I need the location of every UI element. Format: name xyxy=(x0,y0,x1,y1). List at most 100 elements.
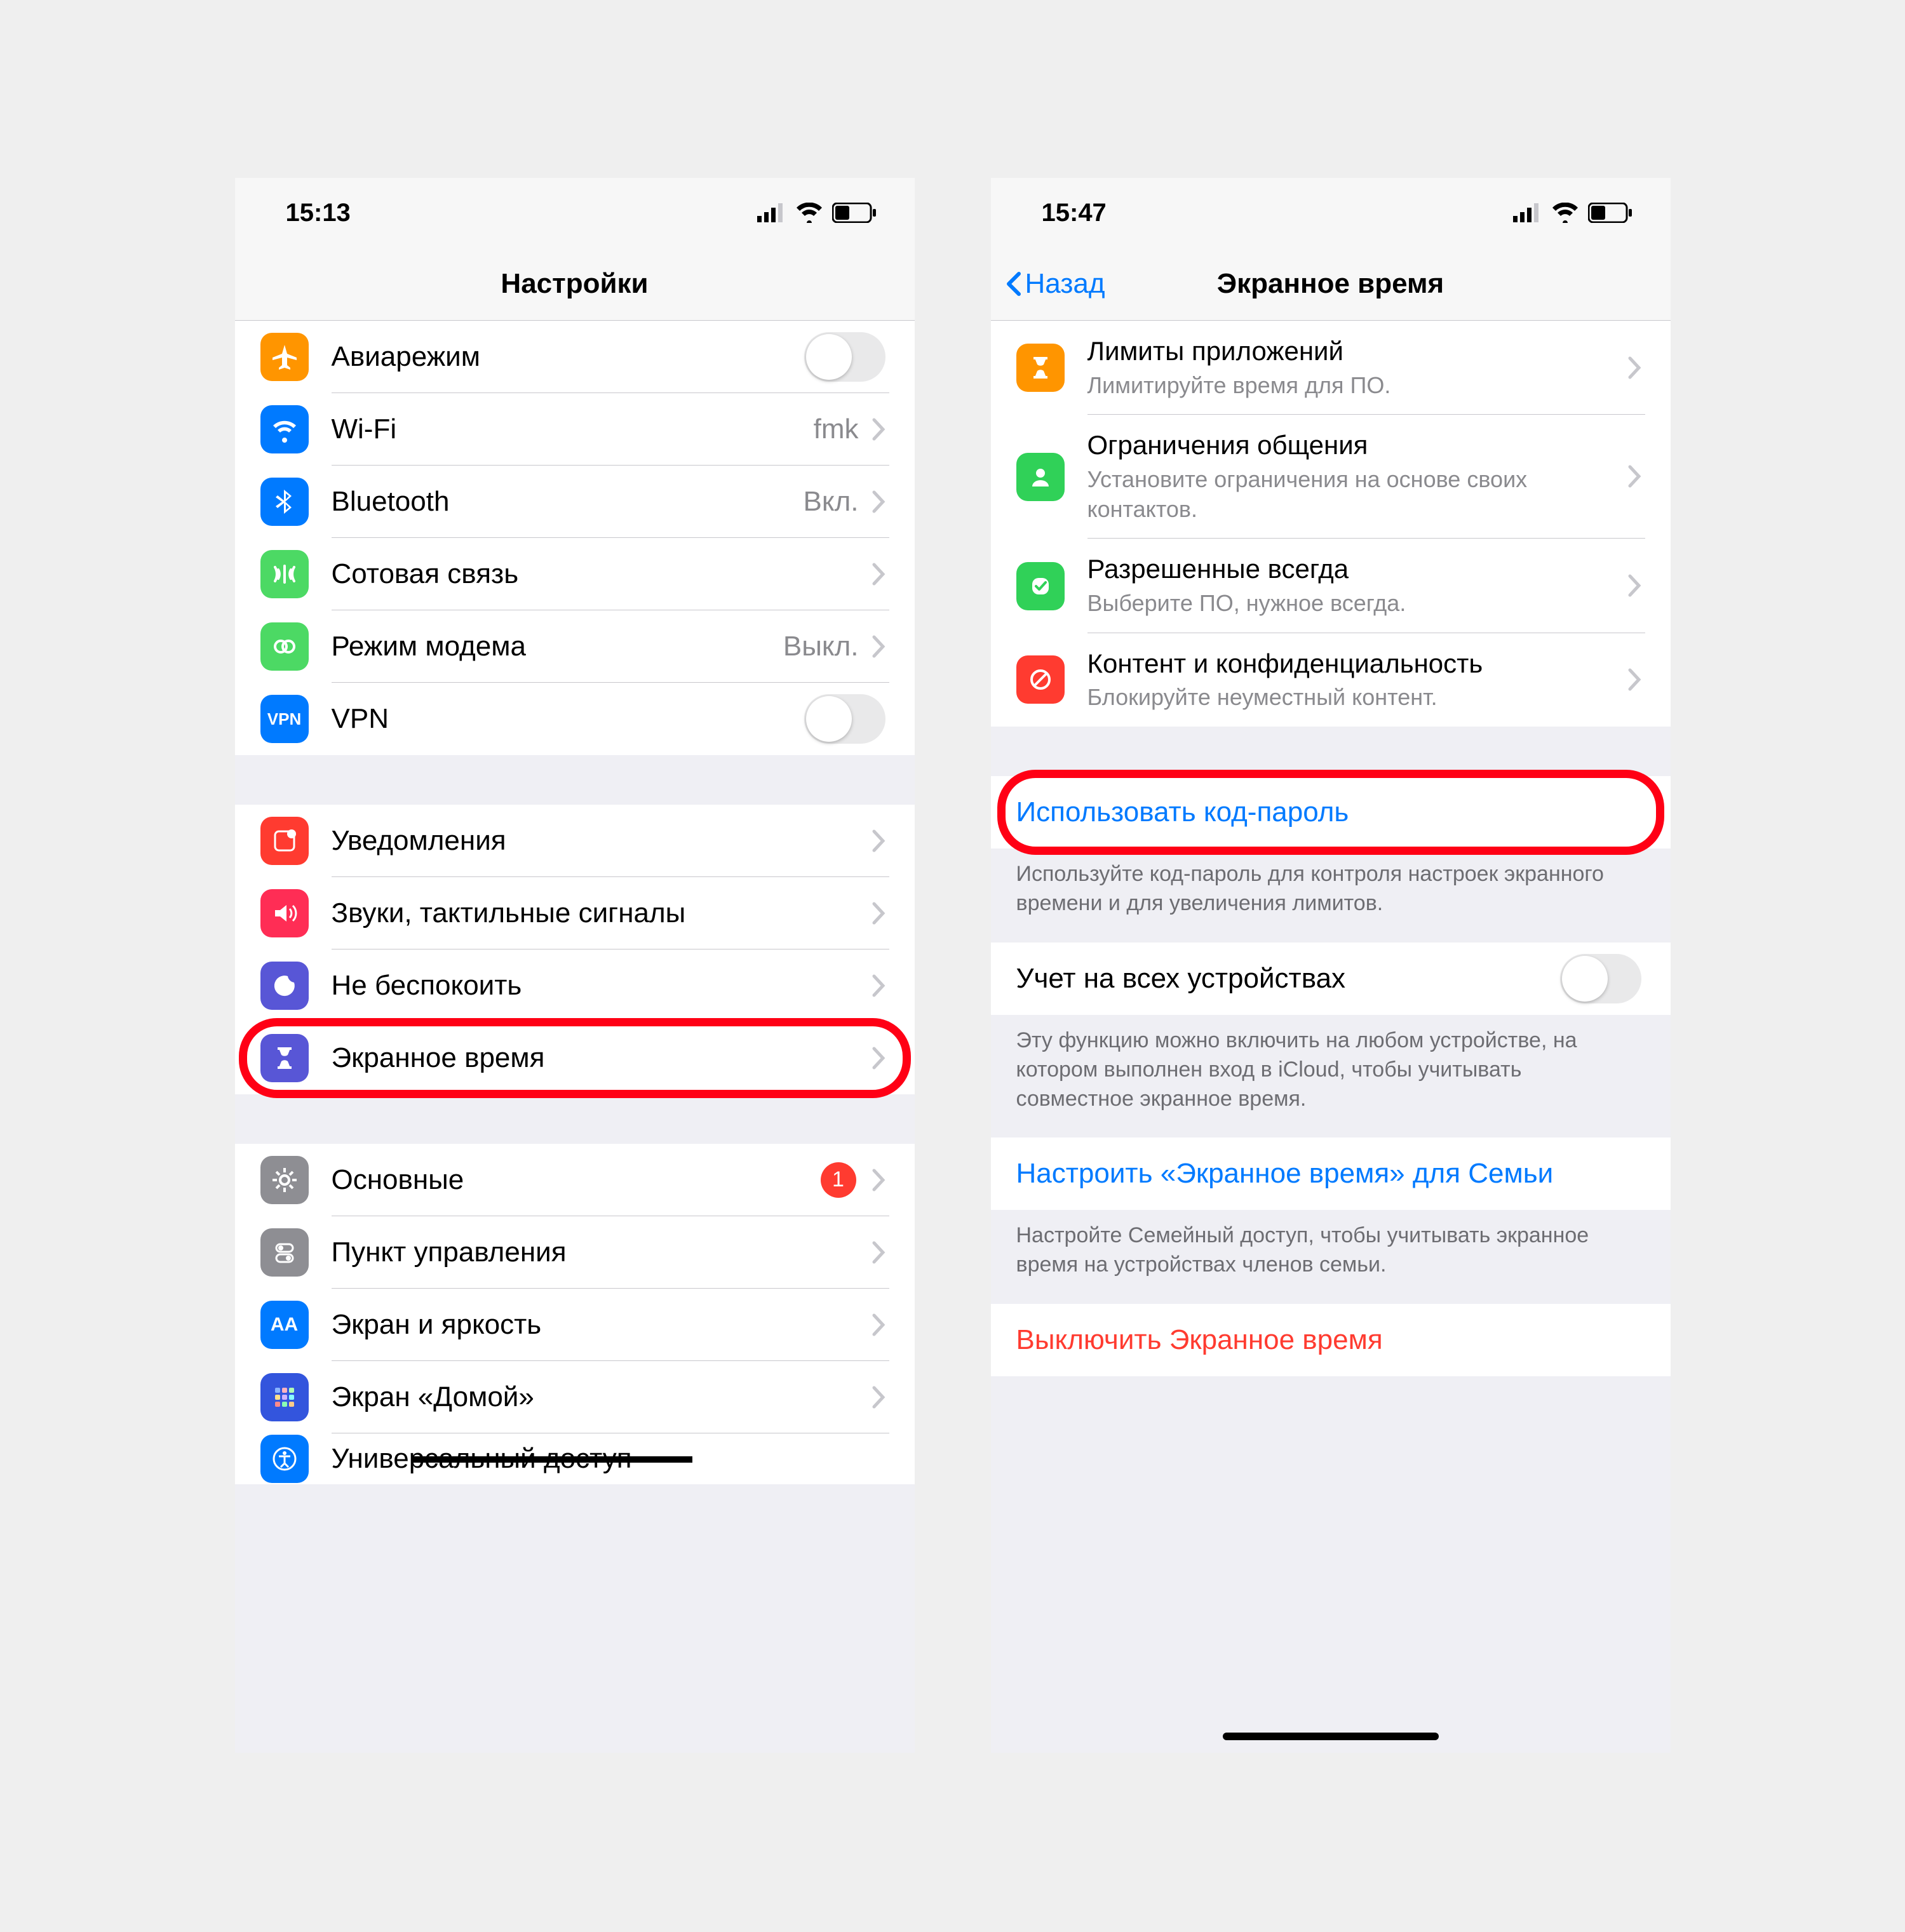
settings-group-notifications: Уведомления Звуки, тактильные сигналы Не… xyxy=(235,805,915,1094)
row-label: Экранное время xyxy=(332,1042,872,1074)
row-content-privacy[interactable]: Контент и конфиденциальностьБлокируйте н… xyxy=(991,633,1671,727)
display-icon: AA xyxy=(260,1301,309,1349)
notification-badge: 1 xyxy=(821,1162,856,1198)
row-title: Контент и конфиденциальность xyxy=(1087,647,1627,681)
airplane-toggle[interactable] xyxy=(804,332,885,382)
row-control-center[interactable]: Пункт управления xyxy=(235,1216,915,1289)
row-communication-limits[interactable]: Ограничения общенияУстановите ограничени… xyxy=(991,415,1671,539)
row-hotspot[interactable]: Режим модемаВыкл. xyxy=(235,610,915,683)
nav-header: Настройки xyxy=(235,248,915,321)
row-sounds[interactable]: Звуки, тактильные сигналы xyxy=(235,877,915,949)
vpn-toggle[interactable] xyxy=(804,694,885,744)
row-wifi[interactable]: Wi-Fifmk xyxy=(235,393,915,466)
status-bar: 15:13 xyxy=(235,178,915,248)
chevron-right-icon xyxy=(1627,667,1641,692)
chevron-right-icon xyxy=(1627,356,1641,380)
row-general[interactable]: Основные1 xyxy=(235,1144,915,1216)
accessibility-icon xyxy=(260,1435,309,1483)
screentime-icon xyxy=(260,1034,309,1082)
check-shield-icon xyxy=(1016,562,1065,610)
row-label: Режим модема xyxy=(332,631,783,662)
wifi-icon xyxy=(795,203,823,223)
status-indicators xyxy=(757,203,877,223)
row-label: Не беспокоить xyxy=(332,970,872,1002)
row-notifications[interactable]: Уведомления xyxy=(235,805,915,877)
notifications-icon xyxy=(260,817,309,865)
back-label: Назад xyxy=(1025,268,1105,300)
status-bar: 15:47 xyxy=(991,178,1671,248)
row-vpn[interactable]: VPN VPN xyxy=(235,683,915,755)
row-title: Лимиты приложений xyxy=(1087,335,1627,368)
row-always-allowed[interactable]: Разрешенные всегдаВыберите ПО, нужное вс… xyxy=(991,539,1671,633)
row-subtitle: Лимитируйте время для ПО. xyxy=(1087,371,1627,401)
row-use-passcode[interactable]: Использовать код-пароль xyxy=(991,776,1671,849)
family-group: Настроить «Экранное время» для Семьи Нас… xyxy=(991,1137,1671,1280)
family-link: Настроить «Экранное время» для Семьи xyxy=(1016,1158,1641,1190)
row-label: Экран «Домой» xyxy=(332,1381,872,1413)
row-label: Основные xyxy=(332,1164,821,1196)
row-label: Сотовая связь xyxy=(332,558,872,590)
battery-icon xyxy=(832,203,877,223)
row-label: Экран и яркость xyxy=(332,1309,872,1341)
chevron-right-icon xyxy=(872,1313,885,1337)
row-label: Звуки, тактильные сигналы xyxy=(332,897,872,929)
cellular-icon xyxy=(260,550,309,598)
chevron-right-icon xyxy=(1627,464,1641,488)
passcode-link: Использовать код-пароль xyxy=(1016,796,1641,828)
row-title: Ограничения общения xyxy=(1087,429,1627,462)
share-toggle[interactable] xyxy=(1560,954,1641,1003)
share-group: Учет на всех устройствах Эту функцию мож… xyxy=(991,943,1671,1114)
row-dnd[interactable]: Не беспокоить xyxy=(235,949,915,1022)
row-airplane[interactable]: Авиарежим xyxy=(235,321,915,393)
row-screentime[interactable]: Экранное время xyxy=(235,1022,915,1094)
row-label: Wi-Fi xyxy=(332,413,814,445)
chevron-right-icon xyxy=(872,490,885,514)
turnoff-link: Выключить Экранное время xyxy=(1016,1324,1641,1356)
screentime-screen: 15:47 Назад Экранное время Лимиты прилож… xyxy=(991,178,1671,1753)
block-icon xyxy=(1016,655,1065,704)
row-bluetooth[interactable]: BluetoothВкл. xyxy=(235,466,915,538)
chevron-right-icon xyxy=(872,562,885,586)
vpn-icon: VPN xyxy=(260,695,309,743)
page-title: Экранное время xyxy=(1217,268,1444,300)
hourglass-icon xyxy=(1016,344,1065,392)
settings-group-general: Основные1 Пункт управления AA Экран и ярк… xyxy=(235,1144,915,1484)
row-app-limits[interactable]: Лимиты приложенийЛимитируйте время для П… xyxy=(991,321,1671,415)
nav-header: Назад Экранное время xyxy=(991,248,1671,321)
row-subtitle: Блокируйте неуместный контент. xyxy=(1087,683,1627,713)
chevron-right-icon xyxy=(872,1385,885,1409)
row-display[interactable]: AA Экран и яркость xyxy=(235,1289,915,1361)
share-footer: Эту функцию можно включить на любом устр… xyxy=(991,1015,1671,1114)
chevron-right-icon xyxy=(872,901,885,925)
chevron-right-icon xyxy=(872,1168,885,1192)
row-family-setup[interactable]: Настроить «Экранное время» для Семьи xyxy=(991,1137,1671,1210)
hotspot-icon xyxy=(260,622,309,671)
row-value: Вкл. xyxy=(804,486,859,518)
row-share-across-devices[interactable]: Учет на всех устройствах xyxy=(991,943,1671,1015)
home-indicator[interactable] xyxy=(1223,1733,1439,1740)
passcode-group: Использовать код-пароль Используйте код-… xyxy=(991,776,1671,918)
family-footer: Настройте Семейный доступ, чтобы учитыва… xyxy=(991,1210,1671,1280)
battery-icon xyxy=(1588,203,1632,223)
home-screen-icon xyxy=(260,1373,309,1421)
status-indicators xyxy=(1513,203,1632,223)
control-center-icon xyxy=(260,1228,309,1277)
row-cellular[interactable]: Сотовая связь xyxy=(235,538,915,610)
cellular-signal-icon xyxy=(757,203,786,222)
row-title: Разрешенные всегда xyxy=(1087,553,1627,586)
turnoff-group: Выключить Экранное время xyxy=(991,1304,1671,1376)
row-label: Авиарежим xyxy=(332,341,804,373)
contact-icon xyxy=(1016,453,1065,501)
dnd-icon xyxy=(260,962,309,1010)
settings-screen: 15:13 Настройки Авиарежим Wi-Fifmk Bluet… xyxy=(235,178,915,1753)
row-home-screen[interactable]: Экран «Домой» xyxy=(235,1361,915,1433)
row-subtitle: Выберите ПО, нужное всегда. xyxy=(1087,589,1627,619)
screentime-options-group: Лимиты приложенийЛимитируйте время для П… xyxy=(991,321,1671,727)
back-button[interactable]: Назад xyxy=(1004,268,1105,300)
row-turn-off-screentime[interactable]: Выключить Экранное время xyxy=(991,1304,1671,1376)
sounds-icon xyxy=(260,889,309,937)
bluetooth-icon xyxy=(260,478,309,526)
row-value: Выкл. xyxy=(783,631,859,662)
row-accessibility[interactable]: Универсальный доступ xyxy=(235,1433,915,1484)
row-label: VPN xyxy=(332,703,804,735)
